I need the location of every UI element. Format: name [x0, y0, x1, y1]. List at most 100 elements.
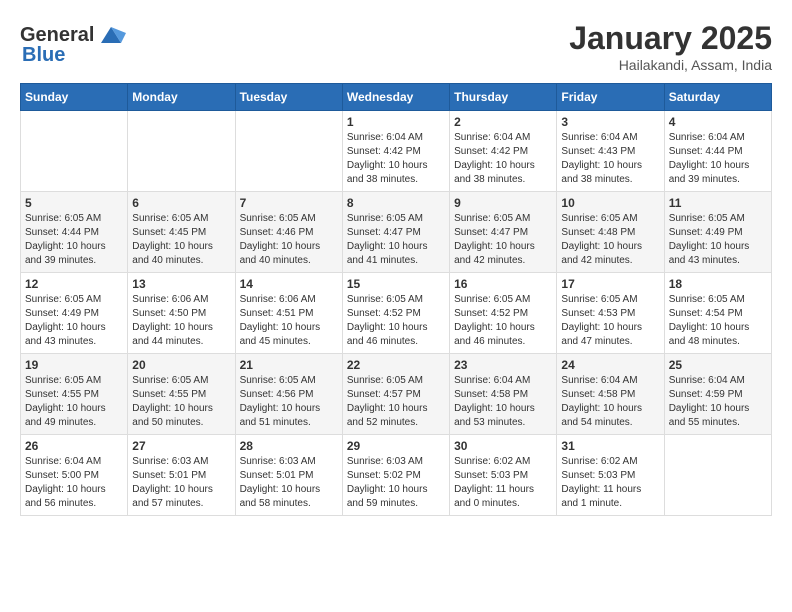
calendar-cell: 7 Sunrise: 6:05 AM Sunset: 4:46 PM Daylig… [235, 192, 342, 273]
calendar-cell: 10 Sunrise: 6:05 AM Sunset: 4:48 PM Dayli… [557, 192, 664, 273]
weekday-header-tuesday: Tuesday [235, 84, 342, 111]
calendar-cell: 20 Sunrise: 6:05 AM Sunset: 4:55 PM Dayli… [128, 354, 235, 435]
day-info: Sunrise: 6:04 AM Sunset: 4:59 PM Dayligh… [669, 374, 767, 430]
day-info: Sunrise: 6:04 AM Sunset: 5:00 PM Dayligh… [25, 455, 123, 511]
day-info: Sunrise: 6:06 AM Sunset: 4:51 PM Dayligh… [240, 293, 338, 349]
calendar-cell: 9Sunrise: 6:05 AM Sunset: 4:47 PM Daylig… [450, 192, 557, 273]
calendar-cell [664, 435, 771, 516]
day-number: 2 [454, 115, 552, 129]
calendar-week-3: 12 Sunrise: 6:05 AM Sunset: 4:49 PM Dayli… [21, 273, 772, 354]
weekday-header-thursday: Thursday [450, 84, 557, 111]
day-info: Sunrise: 6:04 AM Sunset: 4:42 PM Dayligh… [347, 131, 445, 187]
day-info: Sunrise: 6:05 AM Sunset: 4:46 PM Dayligh… [240, 212, 338, 268]
logo-blue-text: Blue [22, 44, 65, 67]
day-number: 30 [454, 439, 552, 453]
calendar-cell [235, 111, 342, 192]
day-number: 13 [132, 277, 230, 291]
day-number: 6 [132, 196, 230, 210]
calendar-cell: 22 Sunrise: 6:05 AM Sunset: 4:57 PM Dayli… [342, 354, 449, 435]
calendar-cell: 28Sunrise: 6:03 AM Sunset: 5:01 PM Dayli… [235, 435, 342, 516]
day-number: 12 [25, 277, 123, 291]
day-number: 1 [347, 115, 445, 129]
day-info: Sunrise: 6:05 AM Sunset: 4:49 PM Dayligh… [669, 212, 767, 268]
calendar-week-1: 1 Sunrise: 6:04 AM Sunset: 4:42 PM Daylig… [21, 111, 772, 192]
day-number: 22 [347, 358, 445, 372]
logo: General Blue [20, 20, 126, 67]
day-info: Sunrise: 6:05 AM Sunset: 4:45 PM Dayligh… [132, 212, 230, 268]
calendar-week-5: 26 Sunrise: 6:04 AM Sunset: 5:00 PM Dayli… [21, 435, 772, 516]
day-number: 20 [132, 358, 230, 372]
calendar-cell: 21Sunrise: 6:05 AM Sunset: 4:56 PM Dayli… [235, 354, 342, 435]
calendar-cell: 31 Sunrise: 6:02 AM Sunset: 5:03 PM Dayli… [557, 435, 664, 516]
calendar-cell: 11 Sunrise: 6:05 AM Sunset: 4:49 PM Dayli… [664, 192, 771, 273]
calendar-cell: 17Sunrise: 6:05 AM Sunset: 4:53 PM Dayli… [557, 273, 664, 354]
day-number: 17 [561, 277, 659, 291]
calendar-cell: 2 Sunrise: 6:04 AM Sunset: 4:42 PM Daylig… [450, 111, 557, 192]
calendar-cell: 8 Sunrise: 6:05 AM Sunset: 4:47 PM Daylig… [342, 192, 449, 273]
day-number: 7 [240, 196, 338, 210]
calendar-cell: 14Sunrise: 6:06 AM Sunset: 4:51 PM Dayli… [235, 273, 342, 354]
day-number: 11 [669, 196, 767, 210]
day-number: 3 [561, 115, 659, 129]
calendar-cell [21, 111, 128, 192]
day-info: Sunrise: 6:05 AM Sunset: 4:57 PM Dayligh… [347, 374, 445, 430]
weekday-header-wednesday: Wednesday [342, 84, 449, 111]
day-number: 4 [669, 115, 767, 129]
day-info: Sunrise: 6:05 AM Sunset: 4:47 PM Dayligh… [347, 212, 445, 268]
day-info: Sunrise: 6:05 AM Sunset: 4:48 PM Dayligh… [561, 212, 659, 268]
calendar-cell: 24Sunrise: 6:04 AM Sunset: 4:58 PM Dayli… [557, 354, 664, 435]
title-block: January 2025 Hailakandi, Assam, India [569, 20, 772, 73]
logo-icon [96, 20, 126, 50]
day-number: 10 [561, 196, 659, 210]
weekday-header-saturday: Saturday [664, 84, 771, 111]
calendar-cell: 13 Sunrise: 6:06 AM Sunset: 4:50 PM Dayli… [128, 273, 235, 354]
day-info: Sunrise: 6:04 AM Sunset: 4:58 PM Dayligh… [454, 374, 552, 430]
day-info: Sunrise: 6:04 AM Sunset: 4:42 PM Dayligh… [454, 131, 552, 187]
day-info: Sunrise: 6:04 AM Sunset: 4:44 PM Dayligh… [669, 131, 767, 187]
day-number: 19 [25, 358, 123, 372]
day-number: 16 [454, 277, 552, 291]
day-info: Sunrise: 6:05 AM Sunset: 4:49 PM Dayligh… [25, 293, 123, 349]
calendar-cell: 12 Sunrise: 6:05 AM Sunset: 4:49 PM Dayli… [21, 273, 128, 354]
calendar-cell [128, 111, 235, 192]
calendar-week-4: 19 Sunrise: 6:05 AM Sunset: 4:55 PM Dayli… [21, 354, 772, 435]
day-number: 24 [561, 358, 659, 372]
day-info: Sunrise: 6:04 AM Sunset: 4:43 PM Dayligh… [561, 131, 659, 187]
day-number: 9 [454, 196, 552, 210]
day-info: Sunrise: 6:05 AM Sunset: 4:55 PM Dayligh… [25, 374, 123, 430]
calendar-cell: 23 Sunrise: 6:04 AM Sunset: 4:58 PM Dayli… [450, 354, 557, 435]
calendar-cell: 18Sunrise: 6:05 AM Sunset: 4:54 PM Dayli… [664, 273, 771, 354]
calendar-cell: 3 Sunrise: 6:04 AM Sunset: 4:43 PM Daylig… [557, 111, 664, 192]
day-info: Sunrise: 6:02 AM Sunset: 5:03 PM Dayligh… [561, 455, 659, 511]
day-number: 27 [132, 439, 230, 453]
weekday-header-monday: Monday [128, 84, 235, 111]
day-number: 18 [669, 277, 767, 291]
day-number: 23 [454, 358, 552, 372]
weekday-header-sunday: Sunday [21, 84, 128, 111]
day-number: 31 [561, 439, 659, 453]
day-number: 15 [347, 277, 445, 291]
day-info: Sunrise: 6:05 AM Sunset: 4:56 PM Dayligh… [240, 374, 338, 430]
calendar-cell: 25 Sunrise: 6:04 AM Sunset: 4:59 PM Dayli… [664, 354, 771, 435]
day-number: 26 [25, 439, 123, 453]
day-info: Sunrise: 6:05 AM Sunset: 4:55 PM Dayligh… [132, 374, 230, 430]
weekday-header-row: SundayMondayTuesdayWednesdayThursdayFrid… [21, 84, 772, 111]
day-info: Sunrise: 6:03 AM Sunset: 5:02 PM Dayligh… [347, 455, 445, 511]
day-number: 5 [25, 196, 123, 210]
weekday-header-friday: Friday [557, 84, 664, 111]
calendar-cell: 1 Sunrise: 6:04 AM Sunset: 4:42 PM Daylig… [342, 111, 449, 192]
day-info: Sunrise: 6:06 AM Sunset: 4:50 PM Dayligh… [132, 293, 230, 349]
calendar-cell: 16 Sunrise: 6:05 AM Sunset: 4:52 PM Dayli… [450, 273, 557, 354]
calendar-week-2: 5Sunrise: 6:05 AM Sunset: 4:44 PM Daylig… [21, 192, 772, 273]
calendar-cell: 6 Sunrise: 6:05 AM Sunset: 4:45 PM Daylig… [128, 192, 235, 273]
calendar-cell: 5Sunrise: 6:05 AM Sunset: 4:44 PM Daylig… [21, 192, 128, 273]
calendar-cell: 27Sunrise: 6:03 AM Sunset: 5:01 PM Dayli… [128, 435, 235, 516]
day-info: Sunrise: 6:02 AM Sunset: 5:03 PM Dayligh… [454, 455, 552, 511]
month-title: January 2025 [569, 20, 772, 57]
calendar-cell: 30 Sunrise: 6:02 AM Sunset: 5:03 PM Dayli… [450, 435, 557, 516]
calendar-cell: 19 Sunrise: 6:05 AM Sunset: 4:55 PM Dayli… [21, 354, 128, 435]
calendar-cell: 15Sunrise: 6:05 AM Sunset: 4:52 PM Dayli… [342, 273, 449, 354]
day-info: Sunrise: 6:05 AM Sunset: 4:52 PM Dayligh… [454, 293, 552, 349]
day-number: 8 [347, 196, 445, 210]
day-number: 25 [669, 358, 767, 372]
